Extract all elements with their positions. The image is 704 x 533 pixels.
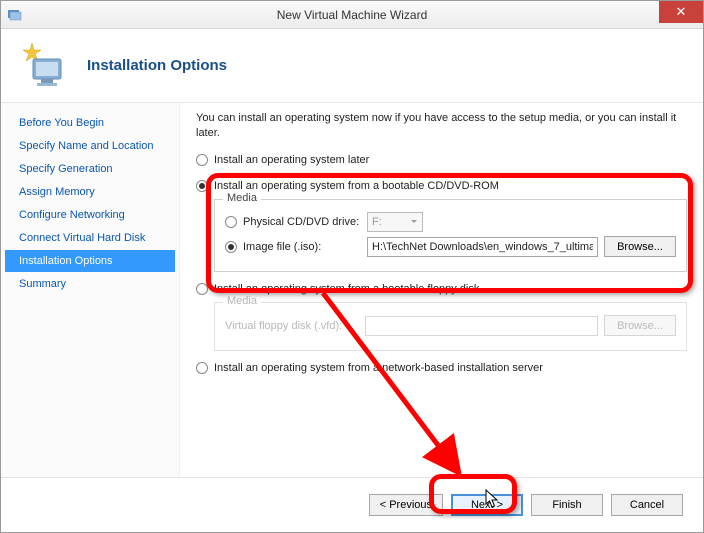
option-label: Install an operating system from a netwo…	[214, 362, 543, 374]
option-install-cd[interactable]: Install an operating system from a boota…	[196, 177, 687, 195]
vfd-input	[365, 316, 598, 336]
sidebar-item-before-you-begin[interactable]: Before You Begin	[5, 112, 175, 134]
drive-value: F:	[372, 216, 382, 228]
close-icon: ✕	[676, 4, 687, 20]
sidebar-item-assign-memory[interactable]: Assign Memory	[5, 181, 175, 203]
radio-icon	[196, 180, 208, 192]
physical-drive-label: Physical CD/DVD drive:	[243, 216, 367, 228]
option-install-floppy[interactable]: Install an operating system from a boota…	[196, 280, 687, 298]
chevron-down-icon	[410, 218, 418, 226]
wizard-footer: < Previous Next > Finish Cancel	[1, 477, 703, 532]
finish-button[interactable]: Finish	[531, 494, 603, 516]
next-button[interactable]: Next >	[451, 494, 523, 516]
media-group-floppy: Media Virtual floppy disk (.vfd): Browse…	[214, 302, 687, 351]
sidebar-item-connect-vhd[interactable]: Connect Virtual Hard Disk	[5, 227, 175, 249]
browse-vfd-button: Browse...	[604, 315, 676, 336]
sidebar-item-installation-options[interactable]: Installation Options	[5, 250, 175, 272]
vfd-label: Virtual floppy disk (.vfd):	[225, 320, 365, 332]
option-label: Install an operating system from a boota…	[214, 283, 479, 295]
media-group-cd: Media Physical CD/DVD drive: F: Image fi…	[214, 199, 687, 272]
media-legend: Media	[223, 192, 261, 204]
wizard-window: New Virtual Machine Wizard ✕ Installatio…	[0, 0, 704, 533]
sidebar-item-configure-networking[interactable]: Configure Networking	[5, 204, 175, 226]
radio-icon	[225, 216, 237, 228]
option-install-later[interactable]: Install an operating system later	[196, 151, 687, 169]
radio-icon	[196, 154, 208, 166]
radio-icon	[225, 241, 237, 253]
option-label: Install an operating system from a boota…	[214, 180, 499, 192]
wizard-icon	[21, 41, 71, 91]
option-image-file[interactable]: Image file (.iso): Browse...	[225, 236, 676, 257]
window-title: New Virtual Machine Wizard	[277, 8, 428, 22]
sidebar-item-specify-name[interactable]: Specify Name and Location	[5, 135, 175, 157]
intro-text: You can install an operating system now …	[196, 111, 687, 141]
cancel-button[interactable]: Cancel	[611, 494, 683, 516]
sidebar: Before You Begin Specify Name and Locati…	[1, 103, 180, 477]
previous-button[interactable]: < Previous	[369, 494, 443, 516]
browse-iso-button[interactable]: Browse...	[604, 236, 676, 257]
page-title: Installation Options	[87, 57, 227, 74]
wizard-body: Before You Begin Specify Name and Locati…	[1, 103, 703, 477]
image-file-input[interactable]	[367, 237, 598, 257]
sidebar-item-specify-generation[interactable]: Specify Generation	[5, 158, 175, 180]
sidebar-item-summary[interactable]: Summary	[5, 273, 175, 295]
titlebar: New Virtual Machine Wizard ✕	[1, 1, 703, 29]
wizard-header: Installation Options	[1, 29, 703, 103]
media-legend: Media	[223, 295, 261, 307]
app-icon	[7, 7, 23, 23]
radio-icon	[196, 362, 208, 374]
image-file-label: Image file (.iso):	[243, 241, 367, 253]
close-button[interactable]: ✕	[659, 1, 703, 23]
content-area: You can install an operating system now …	[180, 103, 703, 477]
option-label: Install an operating system later	[214, 154, 369, 166]
radio-icon	[196, 283, 208, 295]
physical-drive-select[interactable]: F:	[367, 212, 423, 232]
option-install-network[interactable]: Install an operating system from a netwo…	[196, 359, 687, 377]
option-physical-drive[interactable]: Physical CD/DVD drive: F:	[225, 212, 676, 232]
